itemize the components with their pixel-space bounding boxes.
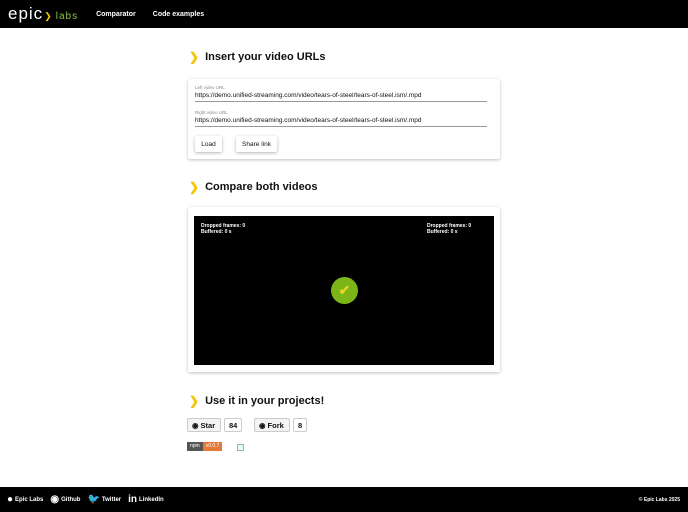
fork-count[interactable]: 8: [293, 418, 308, 432]
logo-sub: labs: [55, 11, 79, 22]
globe-icon: ●: [7, 494, 14, 505]
github-icon: ◉: [259, 420, 266, 430]
nav-comparator[interactable]: Comparator: [96, 11, 136, 18]
star-count[interactable]: 84: [224, 418, 243, 432]
load-button[interactable]: Load: [195, 136, 222, 152]
video-comparator[interactable]: Dropped frames: 0 Buffered: 0 s Dropped …: [194, 216, 494, 365]
github-icon: ◉: [50, 494, 60, 505]
footer-link-twitter[interactable]: 🐦 Twitter: [87, 494, 121, 505]
star-label: Star: [200, 420, 216, 430]
link-label: LinkedIn: [139, 496, 164, 503]
footer-link-epic-labs[interactable]: ● Epic Labs: [7, 494, 43, 505]
section-insert-title: ❯ Insert your video URLs: [189, 50, 325, 64]
nav-code-examples[interactable]: Code examples: [153, 11, 204, 18]
link-label: Twitter: [101, 496, 122, 503]
footer-link-github[interactable]: ◉ Github: [50, 494, 80, 505]
chevron-icon: ❯: [189, 394, 200, 408]
share-link-button[interactable]: Share link: [236, 136, 277, 152]
npm-version: v0.0.7: [202, 442, 223, 451]
logo-arrow-icon: ❯: [44, 11, 53, 21]
chevron-icon: ❯: [189, 50, 200, 64]
right-url-input[interactable]: https://demo.unified-streaming.com/video…: [195, 117, 487, 127]
twitter-icon: 🐦: [87, 494, 100, 505]
section-projects-title: ❯ Use it in your projects!: [189, 394, 324, 408]
left-url-label: Left video URL: [195, 85, 225, 90]
fork-label: Fork: [267, 420, 284, 430]
right-url-label: Right video URL: [195, 110, 228, 115]
npm-badge[interactable]: npm v0.0.7: [187, 442, 223, 451]
npm-label: npm: [187, 442, 203, 451]
epic-labs-logo[interactable]: epic ❯ labs: [8, 4, 78, 24]
linkedin-icon: in: [128, 494, 138, 505]
loading-spinner-icon: ✔: [331, 277, 358, 304]
github-star-button[interactable]: ◉ Star: [187, 418, 221, 432]
heading: Use it in your projects!: [205, 395, 325, 407]
logo-text: epic: [8, 4, 44, 23]
section-compare-title: ❯ Compare both videos: [189, 180, 318, 194]
heading: Compare both videos: [205, 181, 318, 193]
link-label: Github: [61, 496, 81, 503]
github-icon: ◉: [192, 420, 199, 430]
footer-link-linkedin[interactable]: in LinkedIn: [128, 494, 164, 505]
left-url-input[interactable]: https://demo.unified-streaming.com/video…: [195, 92, 487, 102]
heading: Insert your video URLs: [205, 51, 326, 63]
copyright: © Epic Labs 2025: [638, 496, 680, 503]
footer: ● Epic Labs ◉ Github 🐦 Twitter in LinkedIn ©…: [0, 487, 688, 512]
link-label: Epic Labs: [15, 496, 44, 503]
github-fork-button[interactable]: ◉ Fork: [254, 418, 290, 432]
left-buffered: Buffered: 0 s: [201, 229, 232, 235]
url-form-card: Left video URL https://demo.unified-stre…: [188, 79, 500, 159]
top-nav: epic ❯ labs Comparator Code examples: [0, 0, 688, 28]
broken-image-icon: [237, 444, 244, 451]
chevron-icon: ❯: [189, 180, 200, 194]
video-card: Dropped frames: 0 Buffered: 0 s Dropped …: [188, 207, 500, 372]
right-buffered: Buffered: 0 s: [427, 229, 458, 235]
